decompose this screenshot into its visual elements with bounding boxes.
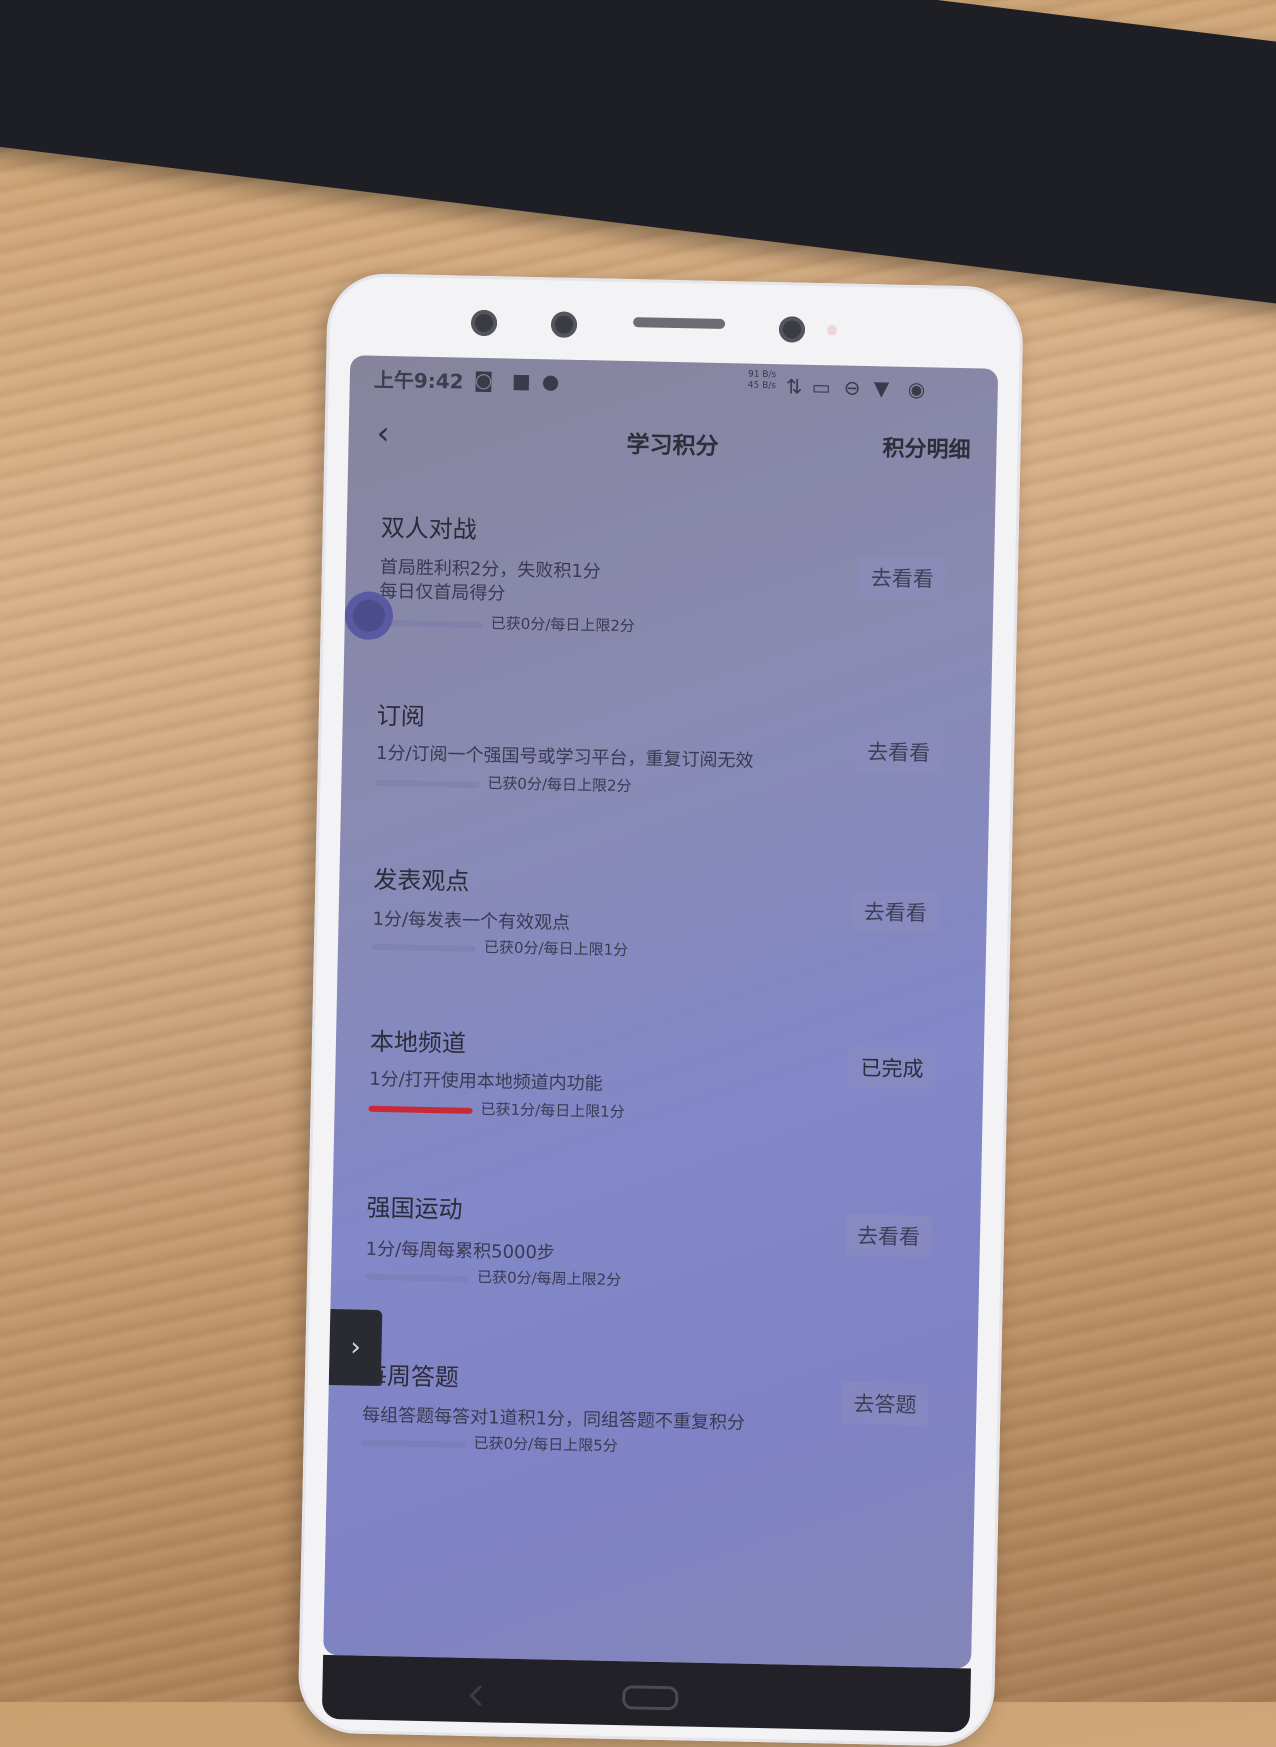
task-progress: 已获1分/每日上限1分	[480, 1098, 625, 1122]
task-desc: 每组答题每答对1道积1分，同组答题不重复积分	[362, 1404, 822, 1438]
network-speed: 91 B/s 45 B/s	[748, 370, 777, 393]
progress-bar	[362, 1440, 466, 1448]
task-title: 订阅	[376, 696, 425, 732]
nav-home-icon[interactable]	[622, 1685, 678, 1710]
task-progress: 已获0分/每周上限2分	[477, 1266, 622, 1290]
battery-icon: ◉	[908, 377, 926, 401]
phone: 上午9:42 ◙ ■ ● 91 B/s 45 B/s ⇅ ▭ ⊖ ▼ ◉ ‹ 学…	[298, 273, 1024, 1747]
task-desc: 首局胜利积2分，失败积1分 每日仅首局得分	[379, 556, 840, 614]
progress-bar	[372, 944, 476, 952]
square-notification-icon: ■	[512, 369, 531, 393]
phone-screen: 上午9:42 ◙ ■ ● 91 B/s 45 B/s ⇅ ▭ ⊖ ▼ ◉ ‹ 学…	[323, 355, 998, 1668]
progress-bar	[379, 620, 483, 628]
task-item: 双人对战 首局胜利积2分，失败积1分 每日仅首局得分 已获0分/每日上限2分 去…	[344, 507, 995, 693]
points-detail-link[interactable]: 积分明细	[882, 430, 971, 464]
data-transfer-icon: ⇅	[786, 374, 803, 398]
task-item: 订阅 1分/订阅一个强国号或学习平台，重复订阅无效 已获0分/每日上限2分 去看…	[340, 679, 991, 853]
camera-icon	[551, 311, 578, 338]
cast-icon: ▭	[812, 375, 831, 399]
front-camera-icon	[779, 316, 806, 343]
led-indicator	[827, 325, 837, 335]
page-header: ‹ 学习积分 积分明细	[348, 407, 997, 477]
app-notification-icon: ◙	[474, 368, 494, 392]
task-desc: 1分/订阅一个强国号或学习平台，重复订阅无效	[376, 742, 836, 776]
circle-notification-icon: ●	[542, 369, 560, 393]
task-list: 双人对战 首局胜利积2分，失败积1分 每日仅首局得分 已获0分/每日上限2分 去…	[326, 507, 995, 1508]
task-action-button[interactable]: 去看看	[855, 730, 943, 774]
task-item: 强国运动 1分/每周每累积5000步 已获0分/每周上限2分 去看看	[330, 1167, 981, 1349]
progress-bar	[369, 1106, 473, 1114]
task-title: 双人对战	[380, 508, 477, 545]
task-item: 本地频道 1分/打开使用本地频道内功能 已获1分/每日上限1分 已完成	[333, 1001, 984, 1181]
task-title: 强国运动	[366, 1188, 463, 1225]
task-title: 本地频道	[370, 1022, 467, 1059]
sensor-icon	[471, 310, 498, 337]
progress-bar	[375, 780, 479, 788]
status-bar: 上午9:42 ◙ ■ ● 91 B/s 45 B/s ⇅ ▭ ⊖ ▼ ◉	[349, 355, 998, 413]
task-action-button[interactable]: 去看看	[851, 890, 939, 934]
task-action-button[interactable]: 去看看	[845, 1214, 933, 1258]
dnd-icon: ⊖	[844, 376, 861, 400]
chevron-right-icon[interactable]: ›	[329, 1309, 383, 1386]
wifi-icon: ▼	[874, 376, 890, 400]
task-desc: 1分/每周每累积5000步	[365, 1238, 825, 1272]
earpiece	[633, 317, 725, 329]
task-action-button[interactable]: 去看看	[858, 556, 946, 600]
progress-bar	[365, 1274, 469, 1282]
system-nav-bar	[322, 1655, 971, 1733]
task-item: 发表观点 1分/每发表一个有效观点 已获0分/每日上限1分 去看看	[337, 839, 988, 1015]
task-progress: 已获0分/每日上限2分	[491, 612, 636, 636]
task-progress: 已获0分/每日上限1分	[484, 936, 629, 960]
task-action-button[interactable]: 去答题	[841, 1382, 929, 1426]
task-progress: 已获0分/每日上限5分	[473, 1432, 618, 1456]
task-desc: 1分/每发表一个有效观点	[372, 908, 832, 942]
task-item: 每周答题 每组答题每答对1道积1分，同组答题不重复积分 已获0分/每日上限5分 …	[326, 1335, 977, 1509]
task-title: 发表观点	[373, 860, 470, 897]
net-down: 45 B/s	[748, 381, 776, 393]
net-up: 91 B/s	[748, 370, 776, 382]
status-time: 上午9:42	[374, 364, 464, 395]
task-desc: 1分/打开使用本地频道内功能	[369, 1068, 829, 1102]
nav-back-icon[interactable]	[469, 1685, 490, 1706]
progress-fill	[369, 1106, 473, 1114]
task-action-button[interactable]: 已完成	[848, 1046, 936, 1090]
task-progress: 已获0分/每日上限2分	[487, 772, 632, 796]
